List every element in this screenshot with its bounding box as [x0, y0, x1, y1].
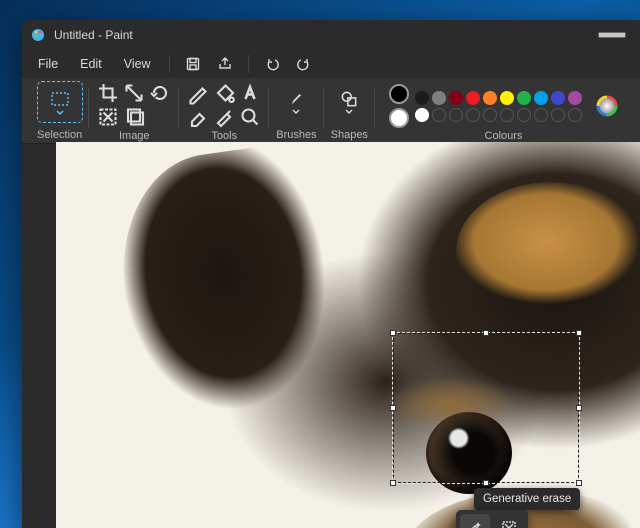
pencil-tool[interactable] [186, 82, 210, 104]
handle-ml[interactable] [390, 405, 396, 411]
edit-colours-button[interactable] [596, 95, 618, 117]
layers-tool[interactable] [122, 106, 146, 128]
window-title: Untitled - Paint [54, 28, 133, 42]
swatch[interactable] [449, 91, 463, 105]
swatch-empty[interactable] [500, 108, 514, 122]
image-group: Image [89, 78, 179, 143]
colour-2[interactable] [389, 108, 409, 128]
swatch[interactable] [568, 91, 582, 105]
shapes-dropdown[interactable] [333, 82, 365, 120]
colour-1[interactable] [389, 84, 409, 104]
paint-app-icon [30, 27, 46, 43]
handle-bm[interactable] [483, 480, 489, 486]
menu-bar: File Edit View [22, 50, 640, 78]
rotate-tool[interactable] [148, 82, 172, 104]
magnifier-tool[interactable] [238, 106, 262, 128]
menu-view[interactable]: View [114, 53, 161, 75]
tooltip-generative-erase: Generative erase [474, 488, 580, 510]
swatch[interactable] [534, 91, 548, 105]
text-tool[interactable] [238, 82, 262, 104]
colours-label: Colours [485, 130, 523, 142]
title-bar: Untitled - Paint [22, 20, 640, 50]
shapes-group: Shapes [324, 78, 375, 143]
swatch-empty[interactable] [551, 108, 565, 122]
swatch[interactable] [483, 91, 497, 105]
eraser-tool[interactable] [186, 106, 210, 128]
swatch-empty[interactable] [534, 108, 548, 122]
dog-tan-patch [456, 182, 640, 322]
handle-br[interactable] [576, 480, 582, 486]
handle-mr[interactable] [576, 405, 582, 411]
resize-tool[interactable] [122, 82, 146, 104]
selection-marquee[interactable] [392, 332, 580, 484]
swatch-empty[interactable] [517, 108, 531, 122]
menu-edit[interactable]: Edit [70, 53, 112, 75]
handle-tm[interactable] [483, 330, 489, 336]
brushes-group: Brushes [269, 78, 323, 143]
swatch[interactable] [466, 91, 480, 105]
brushes-dropdown[interactable] [280, 82, 312, 120]
canvas-area[interactable]: Generative erase [56, 142, 640, 528]
menu-file[interactable]: File [28, 53, 68, 75]
shapes-label: Shapes [331, 129, 368, 141]
canvas[interactable]: Generative erase [56, 142, 640, 528]
swatch[interactable] [500, 91, 514, 105]
save-button[interactable] [178, 51, 208, 77]
swatch-empty[interactable] [483, 108, 497, 122]
redo-button[interactable] [289, 51, 319, 77]
crop-tool[interactable] [96, 82, 120, 104]
selection-label: Selection [37, 129, 82, 141]
tools-group: Tools [179, 78, 269, 143]
separator [169, 55, 170, 73]
separator [248, 55, 249, 73]
swatch[interactable] [517, 91, 531, 105]
fill-tool[interactable] [212, 82, 236, 104]
generative-erase-button[interactable] [460, 514, 490, 528]
ribbon-toolbar: Selection Image [22, 78, 640, 144]
handle-tr[interactable] [576, 330, 582, 336]
swatch-empty[interactable] [466, 108, 480, 122]
swatch[interactable] [415, 91, 429, 105]
minimize-button[interactable] [592, 20, 632, 50]
remove-bg-tool[interactable] [96, 106, 120, 128]
colour-picker-tool[interactable] [212, 106, 236, 128]
swatch[interactable] [415, 108, 429, 122]
paint-window: Untitled - Paint File Edit View Selectio… [22, 20, 640, 528]
undo-button[interactable] [257, 51, 287, 77]
swatch-empty[interactable] [568, 108, 582, 122]
brushes-label: Brushes [276, 129, 316, 141]
handle-bl[interactable] [390, 480, 396, 486]
swatch-empty[interactable] [449, 108, 463, 122]
selection-popup-toolbar [456, 510, 528, 528]
tools-label: Tools [211, 130, 237, 142]
swatch[interactable] [432, 91, 446, 105]
swatch[interactable] [551, 91, 565, 105]
swatch-empty[interactable] [432, 108, 446, 122]
handle-tl[interactable] [390, 330, 396, 336]
share-button[interactable] [210, 51, 240, 77]
remove-background-button[interactable] [494, 514, 524, 528]
rect-selection-tool[interactable] [38, 82, 82, 122]
colours-group: Colours [375, 78, 632, 143]
palette-grid [415, 91, 582, 122]
image-label: Image [119, 130, 150, 142]
selection-group: Selection [30, 78, 89, 143]
